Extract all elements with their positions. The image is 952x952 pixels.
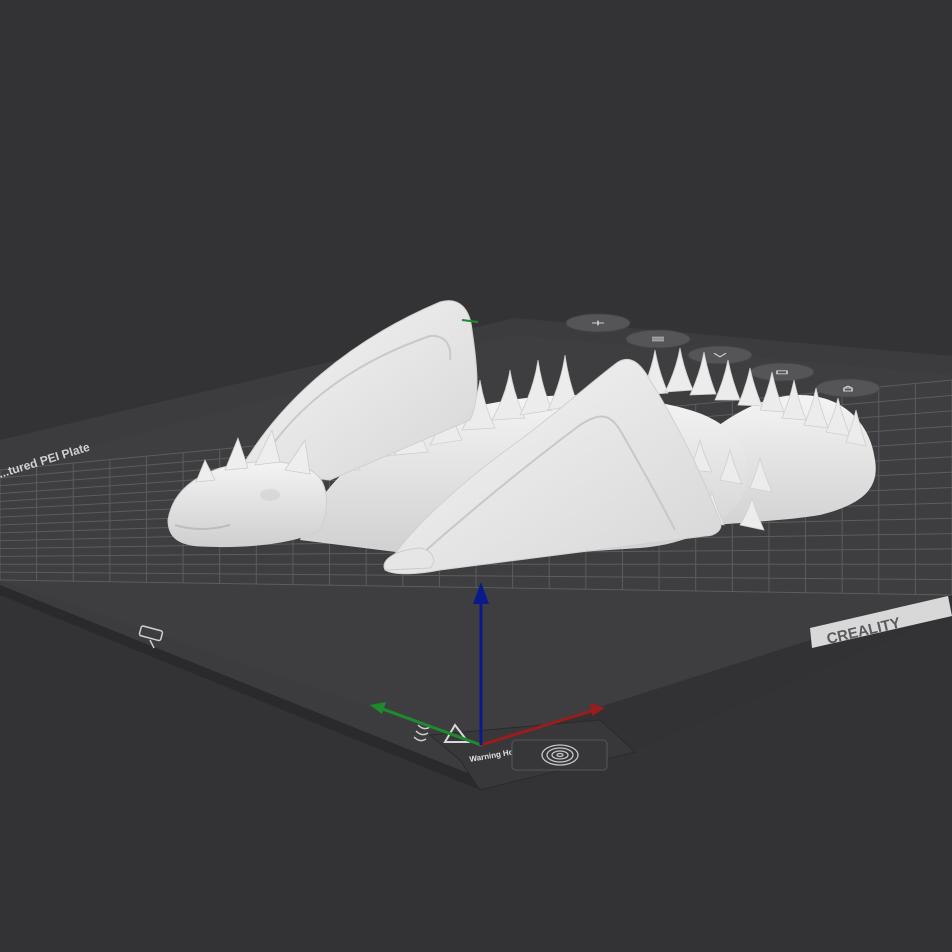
dragon-eye <box>260 489 280 501</box>
toolbar-button-arrange[interactable] <box>625 329 691 349</box>
toolbar-button-settings[interactable] <box>749 362 815 382</box>
3d-viewport[interactable]: CREALITY ...tured PEI Plate Warning Hot … <box>0 0 952 952</box>
toolbar-button-add[interactable] <box>565 313 631 333</box>
fingerprint-icon <box>511 739 608 771</box>
scene-canvas[interactable]: CREALITY ...tured PEI Plate Warning Hot … <box>0 0 952 952</box>
toolbar-button-orient[interactable] <box>687 345 753 365</box>
toolbar-button-lock[interactable] <box>815 378 881 398</box>
